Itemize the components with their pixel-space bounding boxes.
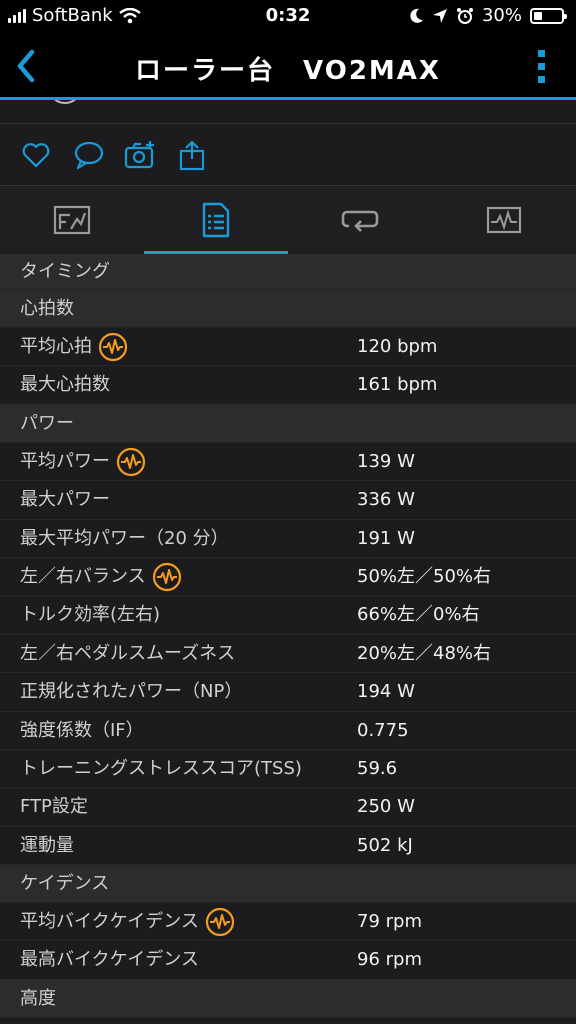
stat-value: 50%左／50%右: [357, 565, 492, 587]
tab-stats[interactable]: [144, 186, 288, 254]
stat-value: 79 rpm: [357, 911, 422, 933]
share-icon[interactable]: [176, 139, 208, 171]
location-icon: [432, 8, 447, 23]
stat-value: 66%左／0%右: [357, 604, 480, 626]
stat-row: 正規化されたパワー（NP） 194 W: [0, 673, 576, 712]
stat-value: 0.775: [357, 719, 409, 741]
action-row: [0, 125, 576, 186]
stat-label-text: 左／右ペダルスムーズネス: [20, 642, 236, 664]
stat-label-text: 正規化されたパワー（NP）: [20, 681, 243, 703]
stat-label-text: 強度係数（IF）: [20, 719, 144, 741]
stat-value: 191 W: [357, 527, 415, 549]
stat-value: 194 W: [357, 681, 415, 703]
alarm-icon: [456, 7, 473, 24]
stat-row: FTP設定 250 W: [0, 788, 576, 827]
stat-label-text: 平均心拍: [20, 336, 92, 357]
stat-row: 最大心拍数 161 bpm: [0, 366, 576, 405]
stat-label-text: 運動量: [20, 834, 74, 856]
battery-percent: 30%: [481, 5, 522, 26]
stat-row: 最大平均パワー（20 分） 191 W: [0, 519, 576, 558]
stats-list-icon: [202, 202, 230, 238]
stat-label: 平均バイクケイデンス: [20, 903, 235, 941]
stat-label: 左／右ペダルスムーズネス: [20, 635, 235, 673]
stat-label-text: 最大心拍数: [20, 374, 110, 396]
stat-label-text: トルク効率(左右): [20, 604, 161, 626]
section-cadence[interactable]: ケイデンス: [0, 865, 576, 904]
stat-row: 運動量 502 kJ: [0, 826, 576, 866]
stat-label-text: 最高バイクケイデンス: [20, 949, 199, 971]
stat-label: 左／右バランス: [20, 558, 182, 596]
stat-label: 平均心拍: [20, 328, 128, 366]
stat-label: 強度係数（IF）: [20, 712, 144, 750]
stat-label-text: 平均パワー: [20, 450, 110, 472]
moon-icon: [410, 8, 423, 23]
navigation-bar: ローラー台 VO2MAX: [0, 34, 576, 98]
tab-bar: [0, 186, 576, 254]
heart-rate-pulse-icon[interactable]: [205, 907, 235, 937]
stat-value: 96 rpm: [357, 949, 422, 971]
stat-row: 平均バイクケイデンス 79 rpm: [0, 903, 576, 942]
heart-rate-pulse-icon[interactable]: [98, 332, 128, 362]
stat-label: 最大パワー: [20, 481, 110, 519]
charts-pulse-icon: [486, 206, 522, 234]
stat-value: 20%左／48%右: [357, 642, 492, 664]
stat-row: 左／右ペダルスムーズネス 20%左／48%右: [0, 634, 576, 674]
stat-value: 59.6: [357, 757, 398, 779]
more-options-icon[interactable]: [532, 46, 552, 86]
stat-label-text: FTP設定: [20, 796, 88, 818]
stat-label-text: トレーニングストレススコア(TSS): [20, 757, 302, 779]
section-altitude[interactable]: 高度: [0, 979, 576, 1018]
stat-row: トレーニングストレススコア(TSS) 59.6: [0, 749, 576, 789]
tab-summary[interactable]: [0, 186, 144, 254]
stat-row: 平均パワー 139 W: [0, 442, 576, 482]
section-heart-rate[interactable]: 心拍数: [0, 290, 576, 328]
stat-value: 250 W: [357, 796, 415, 818]
stat-label-text: 左／右バランス: [20, 565, 146, 587]
heart-rate-pulse-icon[interactable]: [152, 562, 182, 592]
stat-label: トレーニングストレススコア(TSS): [20, 750, 302, 788]
stat-label: トルク効率(左右): [20, 596, 160, 634]
stat-value: 161 bpm: [357, 374, 438, 396]
stat-label: 最大心拍数: [20, 366, 110, 404]
stat-label: 最大平均パワー（20 分）: [20, 520, 229, 558]
camera-add-icon[interactable]: [124, 139, 156, 171]
comment-icon[interactable]: [73, 139, 105, 171]
heart-rate-pulse-icon[interactable]: [116, 447, 146, 477]
stat-value: 139 W: [357, 450, 415, 472]
profile-strip: [0, 100, 576, 124]
stat-value: 120 bpm: [357, 336, 438, 357]
avatar[interactable]: [48, 100, 82, 104]
stat-label-text: 最大平均パワー（20 分）: [20, 527, 229, 549]
stat-row: 強度係数（IF） 0.775: [0, 711, 576, 750]
heart-icon[interactable]: [20, 139, 52, 171]
summary-chart-icon: [53, 205, 91, 235]
tab-laps[interactable]: [288, 186, 432, 254]
stat-row: 最大パワー 336 W: [0, 481, 576, 520]
section-power[interactable]: パワー: [0, 404, 576, 443]
stat-label: 最高バイクケイデンス: [20, 941, 199, 979]
stat-label: 運動量: [20, 827, 74, 865]
stat-label: 正規化されたパワー（NP）: [20, 673, 242, 711]
battery-icon: [530, 7, 567, 24]
laps-repeat-icon: [341, 210, 379, 232]
stat-value: 502 kJ: [357, 834, 413, 856]
status-bar: SoftBank 0:32 30%: [0, 0, 576, 34]
stat-label-text: 最大パワー: [20, 489, 110, 511]
stat-row: トルク効率(左右) 66%左／0%右: [0, 596, 576, 635]
tab-charts[interactable]: [432, 186, 576, 254]
stat-row: 平均心拍 120 bpm: [0, 328, 576, 367]
stat-row: 最高バイクケイデンス 96 rpm: [0, 941, 576, 980]
stat-label: 平均パワー: [20, 443, 146, 481]
stat-label: FTP設定: [20, 788, 88, 826]
stat-value: 336 W: [357, 489, 415, 511]
stat-row: 左／右バランス 50%左／50%右: [0, 557, 576, 597]
page-title: ローラー台 VO2MAX: [135, 56, 441, 86]
stat-label-text: 平均バイクケイデンス: [20, 911, 199, 933]
section-timing[interactable]: タイミング: [0, 254, 576, 290]
stats-list: タイミング 心拍数 平均心拍 120 bpm 最大心拍数 161 bpm パワー 平均…: [0, 254, 576, 1018]
